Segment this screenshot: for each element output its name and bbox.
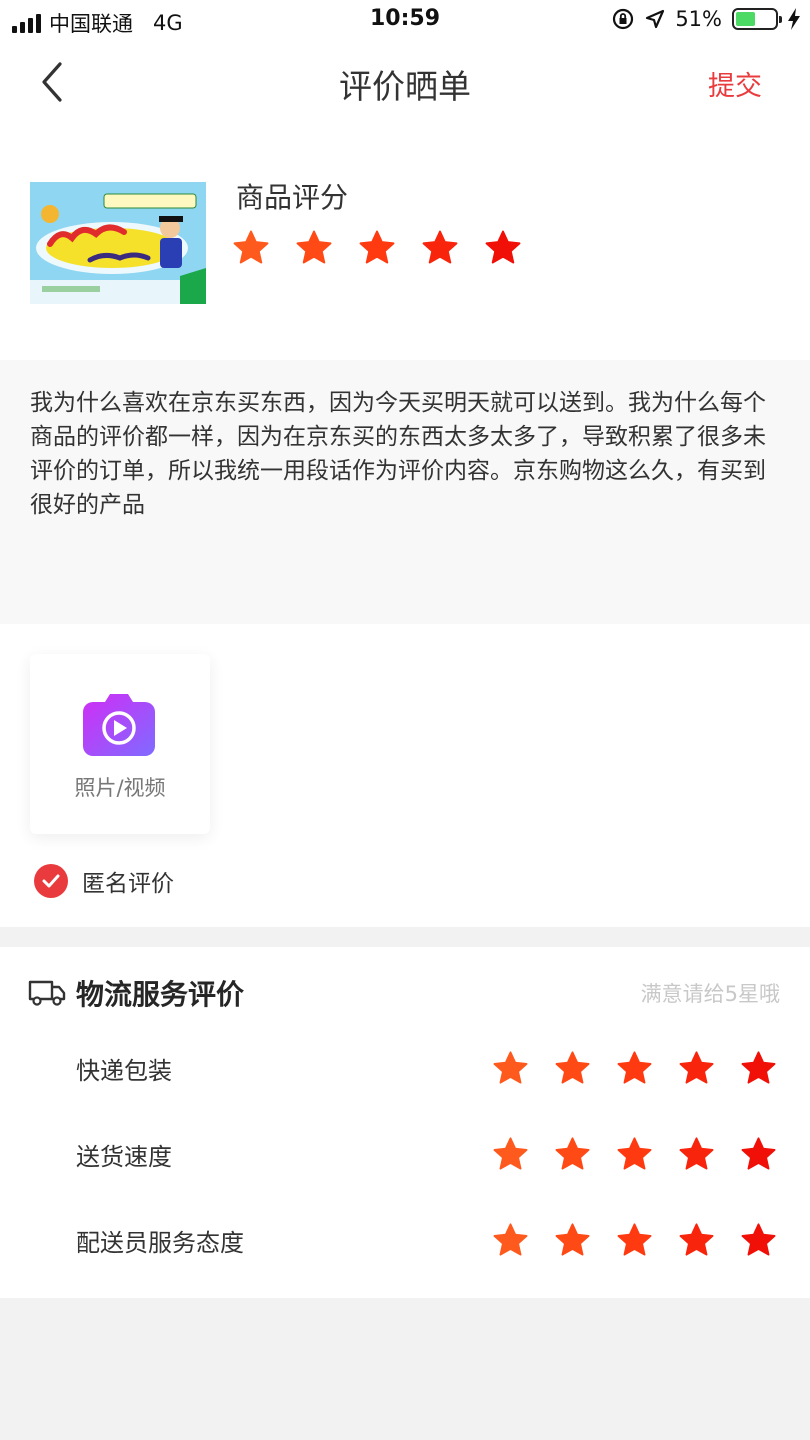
product-rating-section: 商品评分 [0, 126, 810, 360]
battery-percent: 51% [675, 7, 722, 31]
truck-icon [28, 980, 66, 1006]
star-icon[interactable] [358, 228, 396, 266]
star-icon[interactable] [616, 1049, 653, 1086]
star-icon[interactable] [295, 228, 333, 266]
packaging-star-rating[interactable] [492, 1049, 777, 1086]
orientation-lock-icon [613, 8, 634, 30]
page-title: 评价晒单 [339, 67, 471, 106]
review-text[interactable]: 我为什么喜欢在京东买东西，因为今天买明天就可以送到。我为什么每个商品的评价都一样… [30, 386, 782, 522]
status-bar: 中国联通 4G 10:59 51% [0, 0, 810, 40]
upload-photo-video-button[interactable]: 照片/视频 [30, 654, 210, 834]
star-icon[interactable] [421, 228, 459, 266]
star-icon[interactable] [740, 1221, 777, 1258]
star-icon[interactable] [554, 1221, 591, 1258]
logistics-label: 配送员服务态度 [76, 1229, 244, 1257]
star-icon[interactable] [492, 1049, 529, 1086]
star-icon[interactable] [616, 1135, 653, 1172]
star-icon[interactable] [678, 1049, 715, 1086]
logistics-row-speed: 送货速度 [0, 1131, 810, 1181]
anonymous-label: 匿名评价 [82, 871, 174, 897]
star-icon[interactable] [740, 1135, 777, 1172]
anonymous-checkbox[interactable]: 匿名评价 [34, 864, 174, 898]
logistics-title: 物流服务评价 [76, 978, 245, 1011]
star-icon[interactable] [554, 1049, 591, 1086]
upload-label: 照片/视频 [74, 776, 166, 800]
logistics-label: 送货速度 [76, 1143, 172, 1171]
courier-service-star-rating[interactable] [492, 1221, 777, 1258]
logistics-hint: 满意请给5星哦 [640, 982, 780, 1006]
checkmark-icon [34, 864, 68, 898]
star-icon[interactable] [492, 1135, 529, 1172]
review-text-area[interactable]: 我为什么喜欢在京东买东西，因为今天买明天就可以送到。我为什么每个商品的评价都一样… [0, 360, 810, 624]
battery-icon [732, 8, 782, 30]
star-icon[interactable] [232, 228, 270, 266]
star-icon[interactable] [678, 1135, 715, 1172]
logistics-rating-section: 物流服务评价 满意请给5星哦 快递包装 送货速度 配送员服务态度 [0, 947, 810, 1298]
nav-bar: 评价晒单 提交 [0, 40, 810, 126]
star-icon[interactable] [484, 228, 522, 266]
submit-button[interactable]: 提交 [708, 64, 762, 103]
star-icon[interactable] [616, 1221, 653, 1258]
media-section: 照片/视频 匿名评价 [0, 624, 810, 927]
product-rating-label: 商品评分 [236, 181, 349, 214]
star-icon[interactable] [678, 1221, 715, 1258]
product-thumbnail[interactable] [30, 182, 206, 304]
logistics-label: 快递包装 [76, 1057, 172, 1085]
star-icon[interactable] [554, 1135, 591, 1172]
logistics-row-packaging: 快递包装 [0, 1045, 810, 1095]
delivery-speed-star-rating[interactable] [492, 1135, 777, 1172]
charging-icon [788, 8, 800, 30]
logistics-row-courier: 配送员服务态度 [0, 1217, 810, 1267]
camera-video-icon [83, 694, 155, 756]
product-star-rating[interactable] [232, 228, 522, 266]
location-icon [646, 9, 665, 29]
star-icon[interactable] [740, 1049, 777, 1086]
star-icon[interactable] [492, 1221, 529, 1258]
